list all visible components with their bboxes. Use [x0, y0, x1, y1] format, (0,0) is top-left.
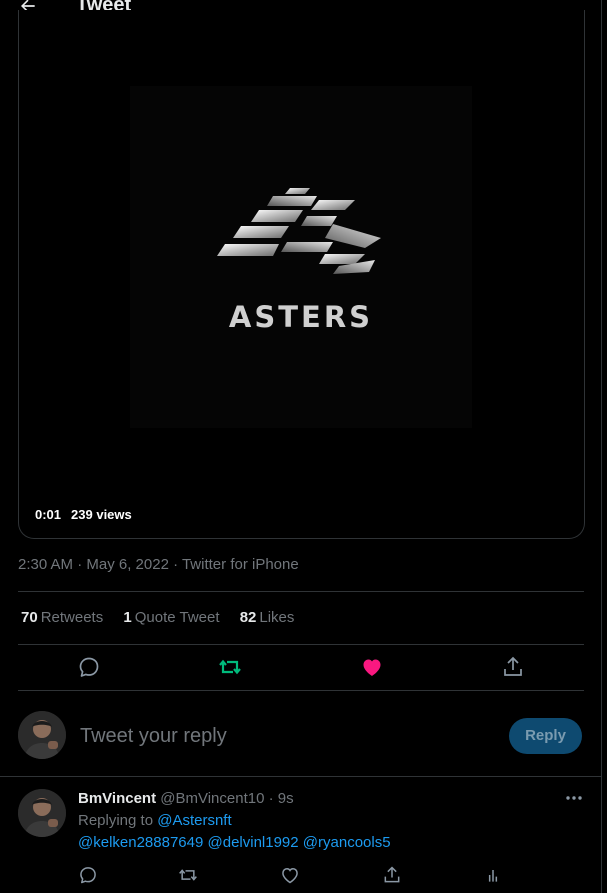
avatar-image: [18, 789, 66, 837]
avatar[interactable]: [18, 789, 66, 837]
quotes-count: 1: [123, 609, 132, 626]
video-meta: 0:01 239 views: [35, 507, 132, 522]
reply-input[interactable]: Tweet your reply: [80, 725, 227, 748]
divider: [18, 591, 584, 592]
like-icon[interactable]: [360, 655, 384, 679]
mention-link[interactable]: @Astersnft: [157, 812, 231, 829]
avatar[interactable]: [18, 711, 66, 759]
likes-stat[interactable]: 82 Likes: [240, 609, 295, 626]
display-name[interactable]: BmVincent: [78, 790, 156, 807]
video-player[interactable]: ASTERS 0:01 239 views: [18, 10, 585, 539]
quotes-label: Quote Tweet: [134, 609, 220, 626]
retweets-label: Retweets: [40, 609, 104, 626]
more-options-icon[interactable]: [564, 791, 584, 805]
tweet-detail-column: Tweet ASTERS 0:01 239 views 2:30 AM · Ma…: [0, 0, 602, 893]
reply-composer: Tweet your reply Reply: [0, 700, 601, 777]
mention-link[interactable]: @delvinl1992: [208, 834, 299, 851]
avatar-image: [18, 711, 66, 759]
mention-link[interactable]: @ryancools5: [303, 834, 391, 851]
video-views: 239 views: [71, 507, 132, 522]
analytics-icon[interactable]: [483, 865, 503, 885]
video-time: 0:01: [35, 507, 62, 522]
quotes-stat[interactable]: 1 Quote Tweet: [123, 609, 219, 626]
likes-label: Likes: [259, 609, 295, 626]
user-handle[interactable]: @BmVincent10: [160, 790, 264, 807]
retweets-stat[interactable]: 70 Retweets: [21, 609, 103, 626]
mention-link[interactable]: @kelken28887649: [78, 834, 203, 851]
share-icon[interactable]: [382, 865, 402, 885]
reply-tweet[interactable]: BmVincent @BmVincent10 · 9s Replying to …: [0, 777, 601, 893]
retweet-icon[interactable]: [178, 865, 198, 885]
reply-button[interactable]: Reply: [509, 718, 582, 754]
video-frame: ASTERS: [130, 86, 472, 428]
divider: [18, 644, 584, 645]
likes-count: 82: [239, 609, 257, 626]
tweet-time[interactable]: 9s: [278, 790, 294, 807]
tweet-text: @kelken28887649 @delvinl1992 @ryancools5: [78, 834, 391, 851]
divider: [18, 690, 584, 691]
like-icon[interactable]: [280, 865, 300, 885]
tweet-stats: 70 Retweets 1 Quote Tweet 82 Likes: [21, 609, 310, 626]
tweet-actions: [0, 655, 601, 681]
reply-tweet-header: BmVincent @BmVincent10 · 9s: [78, 790, 294, 807]
brand-wordmark: ASTERS: [228, 300, 374, 334]
retweet-icon[interactable]: [218, 655, 242, 679]
separator: ·: [268, 790, 274, 807]
reply-icon[interactable]: [77, 655, 101, 679]
retweets-count: 70: [21, 609, 38, 626]
replying-to-label: Replying to: [78, 812, 154, 829]
asters-logo: [217, 188, 381, 274]
tweet-timestamp[interactable]: 2:30 AM · May 6, 2022 · Twitter for iPho…: [18, 556, 299, 573]
share-icon[interactable]: [501, 655, 525, 679]
reply-icon[interactable]: [78, 865, 98, 885]
replying-to: Replying to @Astersnft: [78, 812, 232, 829]
reply-tweet-actions: [0, 865, 601, 887]
